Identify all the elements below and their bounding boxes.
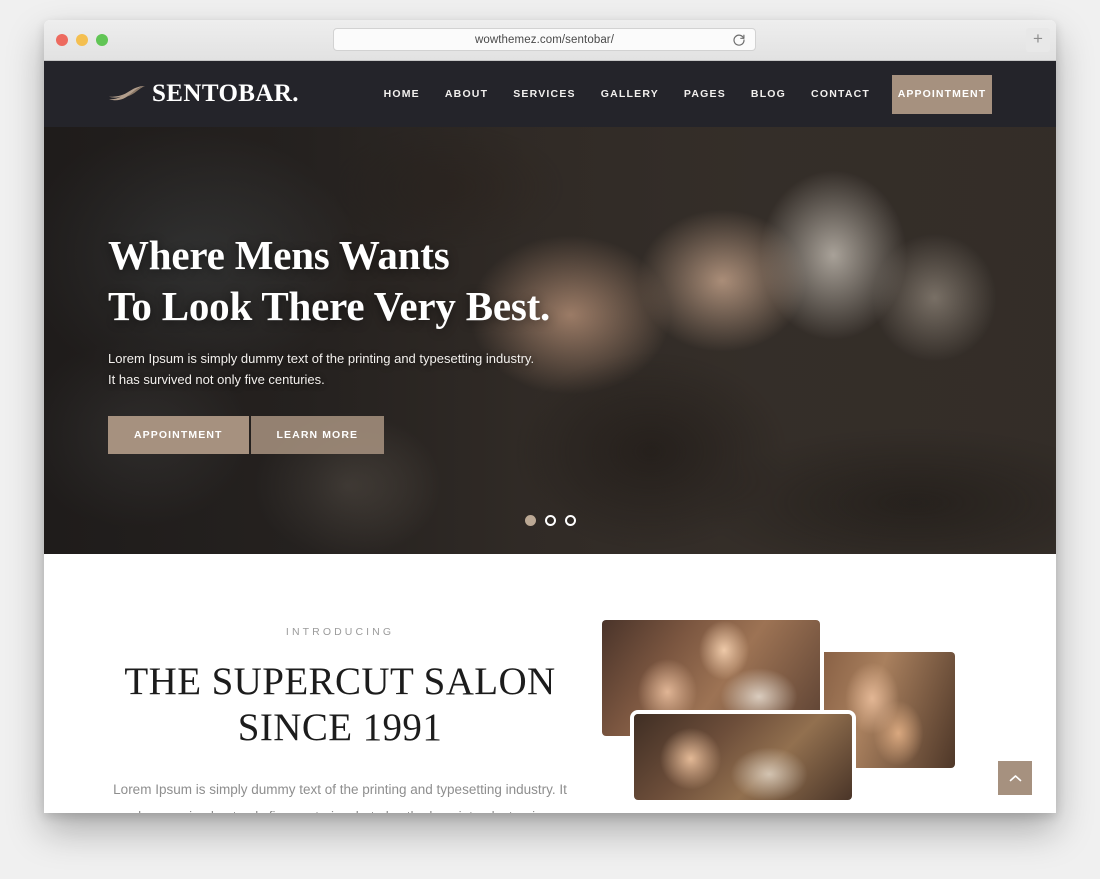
minimize-window-button[interactable] — [76, 34, 88, 46]
site-logo[interactable]: SENTOBAR. — [108, 80, 299, 108]
url-text: wowthemez.com/sentobar/ — [474, 33, 615, 46]
nav-item-services[interactable]: SERVICES — [513, 88, 576, 100]
intro-image-collage — [602, 616, 992, 800]
nav-item-pages[interactable]: PAGES — [684, 88, 726, 100]
hero-subtitle-line2: It has survived not only five centuries. — [108, 372, 325, 388]
address-bar[interactable]: wowthemez.com/sentobar/ — [333, 28, 756, 51]
hero-title-line2: To Look There Very Best. — [108, 283, 551, 329]
collage-photo-3 — [634, 714, 853, 800]
header-appointment-button[interactable]: APPOINTMENT — [892, 74, 992, 114]
slider-pagination — [44, 515, 1056, 526]
site-header: SENTOBAR. HOME ABOUT SERVICES GALLERY PA… — [44, 61, 1056, 127]
new-tab-button[interactable]: + — [1026, 28, 1050, 52]
intro-title: THE SUPERCUT SALON SINCE 1991 — [108, 659, 572, 751]
hero-subtitle: Lorem Ipsum is simply dummy text of the … — [108, 348, 550, 391]
hero-content: Where Mens Wants To Look There Very Best… — [108, 235, 550, 454]
nav-item-about[interactable]: ABOUT — [445, 88, 488, 100]
feather-icon — [109, 86, 145, 101]
browser-chrome: wowthemez.com/sentobar/ + — [44, 20, 1056, 61]
window-controls — [56, 34, 108, 46]
reload-icon[interactable] — [732, 33, 746, 47]
page-viewport: SENTOBAR. HOME ABOUT SERVICES GALLERY PA… — [44, 61, 1056, 813]
scroll-to-top-button[interactable] — [998, 761, 1032, 795]
intro-title-line1: THE SUPERCUT SALON — [124, 660, 556, 703]
main-navigation: HOME ABOUT SERVICES GALLERY PAGES BLOG C… — [384, 88, 870, 100]
hero-title: Where Mens Wants To Look There Very Best… — [108, 235, 550, 327]
chevron-up-icon — [1009, 774, 1021, 781]
hero-cta-group: APPOINTMENT LEARN MORE — [108, 415, 550, 454]
nav-item-contact[interactable]: CONTACT — [811, 88, 870, 100]
slider-dot-1[interactable] — [524, 515, 536, 526]
hero-subtitle-line1: Lorem Ipsum is simply dummy text of the … — [108, 351, 535, 366]
hero-slider: Where Mens Wants To Look There Very Best… — [44, 127, 1056, 554]
nav-item-home[interactable]: HOME — [384, 88, 420, 100]
intro-text-column: INTRODUCING THE SUPERCUT SALON SINCE 199… — [108, 616, 572, 813]
slider-dot-3[interactable] — [564, 515, 576, 526]
browser-window: wowthemez.com/sentobar/ + SENTOBAR. HOME… — [44, 20, 1056, 813]
nav-item-blog[interactable]: BLOG — [751, 88, 786, 100]
intro-section: INTRODUCING THE SUPERCUT SALON SINCE 199… — [44, 554, 1056, 813]
hero-title-line1: Where Mens Wants — [108, 232, 450, 278]
nav-item-gallery[interactable]: GALLERY — [601, 88, 659, 100]
maximize-window-button[interactable] — [96, 34, 108, 46]
logo-text: SENTOBAR. — [152, 80, 299, 107]
intro-paragraph: Lorem Ipsum is simply dummy text of the … — [113, 782, 567, 813]
intro-eyebrow: INTRODUCING — [285, 626, 395, 638]
intro-title-line2: SINCE 1991 — [237, 706, 443, 750]
hero-appointment-button[interactable]: APPOINTMENT — [108, 415, 249, 454]
slider-dot-2[interactable] — [544, 515, 556, 526]
close-window-button[interactable] — [56, 34, 68, 46]
hero-learn-more-button[interactable]: LEARN MORE — [250, 415, 385, 454]
